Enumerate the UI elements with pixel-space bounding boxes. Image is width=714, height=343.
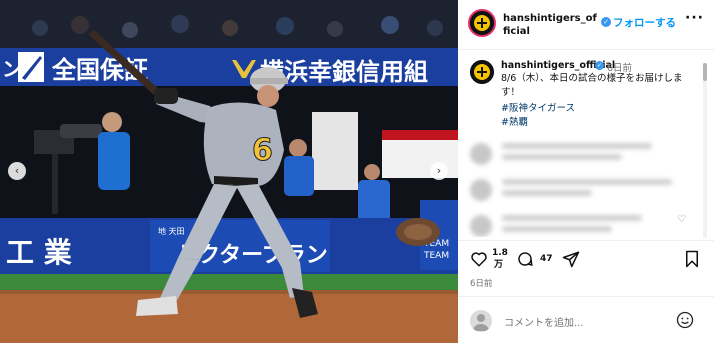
avatar bbox=[470, 179, 492, 201]
post-photo[interactable]: ン 全国保証 横浜幸銀信用組 工 業 地 天田 ドクタープラン TEAM TEA… bbox=[0, 0, 458, 343]
caption-area: hanshintigers_official ✓ 6日前 8/6（木）、本日の試… bbox=[458, 51, 714, 237]
baseball-photo-illustration: ン 全国保証 横浜幸銀信用組 工 業 地 天田 ドクタープラン TEAM TEA… bbox=[0, 0, 458, 343]
next-image-button[interactable]: › bbox=[430, 162, 448, 180]
instagram-post-modal: ン 全国保証 横浜幸銀信用組 工 業 地 天田 ドクタープラン TEAM TEA… bbox=[0, 0, 714, 343]
avatar bbox=[470, 215, 492, 237]
likes-unit[interactable]: 万 bbox=[494, 260, 503, 271]
default-avatar-icon bbox=[473, 314, 489, 331]
wall-small-text: 地 天田 bbox=[158, 226, 185, 236]
verified-badge-icon: ✓ bbox=[601, 17, 611, 27]
comment-like-icon[interactable]: ♡ bbox=[677, 214, 686, 225]
bookmark-icon bbox=[686, 250, 698, 268]
verified-badge-icon: ✓ bbox=[595, 61, 604, 70]
list-item bbox=[470, 143, 702, 165]
comment-composer: コメントを追加... bbox=[458, 296, 714, 343]
tigers-logo-icon bbox=[470, 60, 494, 84]
heart-icon bbox=[471, 252, 487, 267]
emoji-button[interactable] bbox=[676, 311, 694, 333]
caption-avatar[interactable] bbox=[470, 60, 494, 84]
like-button[interactable] bbox=[470, 250, 488, 268]
more-options-icon[interactable]: ··· bbox=[685, 10, 704, 26]
user-avatar bbox=[470, 310, 492, 332]
profile-avatar[interactable] bbox=[468, 9, 496, 37]
hashtag-link[interactable]: #熱覇 bbox=[501, 114, 528, 128]
wall-right-text-2: TEAM bbox=[423, 251, 449, 261]
list-item bbox=[470, 179, 702, 201]
post-header: hanshintigers_official ✓ フォローする ··· bbox=[458, 0, 714, 50]
banner-left-text: ン bbox=[2, 57, 22, 81]
comment-bubble-icon bbox=[518, 252, 533, 266]
comment-input[interactable]: コメントを追加... bbox=[504, 314, 584, 329]
wall-left-text: 工 業 bbox=[6, 236, 72, 269]
list-item bbox=[470, 215, 702, 237]
share-button[interactable] bbox=[562, 250, 580, 268]
likes-count[interactable]: 1.8 bbox=[492, 248, 508, 259]
send-icon bbox=[562, 251, 580, 268]
smiley-icon bbox=[676, 311, 694, 329]
tigers-logo-icon bbox=[470, 11, 494, 35]
previous-image-button[interactable]: ‹ bbox=[8, 162, 26, 180]
comments-count[interactable]: 47 bbox=[540, 254, 553, 265]
blurred-comments bbox=[470, 143, 702, 237]
header-username[interactable]: hanshintigers_official bbox=[503, 12, 599, 38]
post-date[interactable]: 6日前 bbox=[470, 277, 492, 289]
comment-button[interactable] bbox=[516, 250, 534, 268]
caption-text: 8/6（木）、本日の試合の様子をお届けします！ bbox=[501, 73, 683, 98]
post-side-panel: hanshintigers_official ✓ フォローする ··· hans… bbox=[458, 0, 714, 343]
scrollbar[interactable] bbox=[703, 63, 707, 238]
jersey-number: 6 bbox=[252, 133, 273, 168]
save-button[interactable] bbox=[684, 250, 700, 268]
follow-button[interactable]: フォローする bbox=[613, 15, 676, 30]
action-bar: 1.8 万 47 6日前 bbox=[458, 240, 714, 296]
hashtag-link[interactable]: #阪神タイガース bbox=[501, 100, 575, 114]
avatar bbox=[470, 143, 492, 165]
